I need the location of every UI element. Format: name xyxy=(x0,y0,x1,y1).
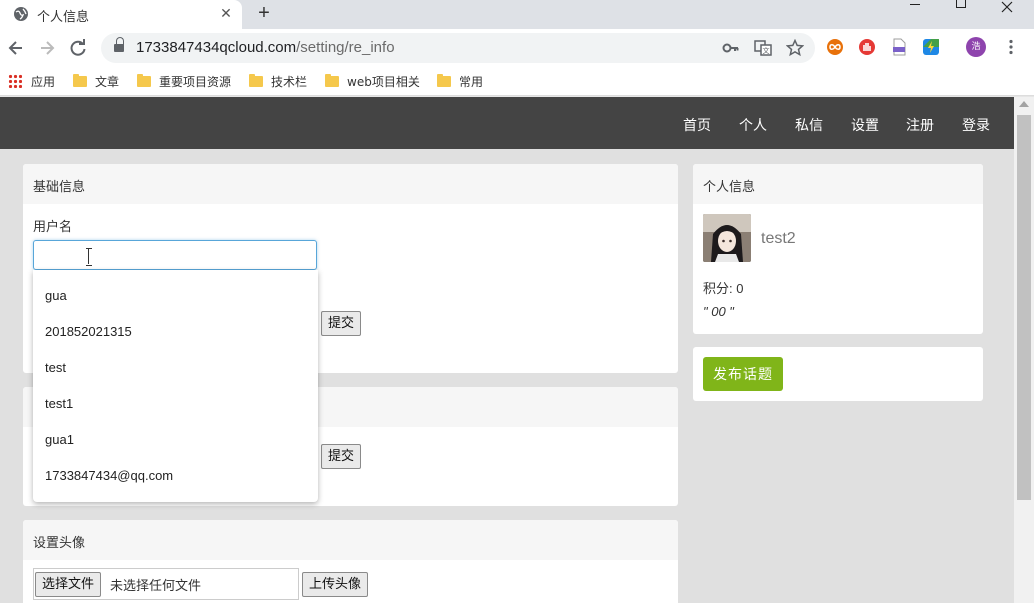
upload-avatar-button[interactable]: 上传头像 xyxy=(302,572,369,597)
nav-settings[interactable]: 设置 xyxy=(851,115,879,135)
autocomplete-option[interactable]: 201852021315 xyxy=(33,314,318,350)
bookmarks-bar: 应用 文章 重要项目资源 技术栏 web项目相关 常用 xyxy=(0,67,1034,96)
bookmark-label: 应用 xyxy=(31,75,56,89)
maximize-icon xyxy=(956,0,966,8)
bookmark-folder[interactable]: 常用 xyxy=(437,73,483,90)
nav-messages[interactable]: 私信 xyxy=(795,115,823,135)
tab-title: 个人信息 xyxy=(37,10,90,25)
autocomplete-option[interactable]: gua1 xyxy=(33,422,318,458)
pdf-extension-icon[interactable] xyxy=(890,38,908,56)
folder-icon xyxy=(137,74,151,87)
autocomplete-option[interactable]: test xyxy=(33,350,318,386)
infinity-extension-icon[interactable] xyxy=(826,38,844,56)
nav-register[interactable]: 注册 xyxy=(906,115,934,135)
browser-tab[interactable]: 个人信息 ✕ xyxy=(0,0,242,29)
profile-score: 积分: 0 xyxy=(703,281,744,296)
bookmark-folder[interactable]: 技术栏 xyxy=(249,73,307,90)
username-input[interactable] xyxy=(33,240,317,270)
file-status-text: 未选择任何文件 xyxy=(110,579,202,594)
text-cursor-icon xyxy=(86,248,92,266)
scroll-up-arrow-icon[interactable] xyxy=(1019,101,1029,107)
folder-icon xyxy=(73,74,87,87)
panel-header: 个人信息 xyxy=(693,164,983,204)
site-navbar: 首页 个人 私信 设置 注册 登录 xyxy=(0,97,1014,149)
minimize-icon xyxy=(910,4,920,5)
window-close-button[interactable] xyxy=(984,0,1030,29)
bookmark-folder[interactable]: 文章 xyxy=(73,73,119,90)
bookmark-label: 文章 xyxy=(95,75,120,89)
folder-icon xyxy=(437,74,451,87)
lock-icon xyxy=(114,37,124,53)
back-arrow-icon[interactable] xyxy=(6,38,26,58)
bookmark-label: 重要项目资源 xyxy=(159,75,232,89)
key-icon[interactable] xyxy=(722,39,740,57)
browser-toolbar: 1733847434qcloud.com/setting/re_info 文 浩 xyxy=(0,29,1034,67)
bolt-extension-icon[interactable] xyxy=(922,38,940,56)
scrollbar-thumb[interactable] xyxy=(1017,115,1031,500)
svg-text:文: 文 xyxy=(763,46,770,55)
browser-tab-strip: 个人信息 ✕ + xyxy=(0,0,1034,29)
autocomplete-option[interactable]: gua xyxy=(33,278,318,314)
page-scrollbar[interactable] xyxy=(1014,97,1034,603)
profile-avatar[interactable]: 浩 xyxy=(966,37,986,57)
kebab-menu-icon[interactable] xyxy=(1002,38,1020,56)
star-icon[interactable] xyxy=(786,39,804,57)
panel-header: 设置头像 xyxy=(23,520,678,560)
file-input[interactable]: 选择文件 未选择任何文件 xyxy=(33,568,299,600)
nav-home[interactable]: 首页 xyxy=(683,115,711,135)
url-path: /setting/re_info xyxy=(296,39,395,56)
submit-button[interactable]: 提交 xyxy=(321,311,362,336)
apps-grid-icon xyxy=(8,74,22,88)
autocomplete-dropdown: gua 201852021315 test test1 gua1 1733847… xyxy=(33,270,318,502)
avatar[interactable] xyxy=(703,214,751,262)
url-host: 1733847434qcloud.com xyxy=(136,39,297,56)
bookmark-label: web项目相关 xyxy=(347,75,420,89)
url-text: 1733847434qcloud.com/setting/re_info xyxy=(136,39,395,56)
translate-icon[interactable]: 文 xyxy=(754,39,772,57)
profile-panel: 个人信息 test2 积分: 0 " 00 " xyxy=(693,164,983,334)
profile-username: test2 xyxy=(761,230,796,247)
autocomplete-option[interactable]: 1733847434@qq.com xyxy=(33,458,318,494)
publish-topic-button[interactable]: 发布话题 xyxy=(703,357,783,391)
avatar-upload-panel: 设置头像 选择文件 未选择任何文件 上传头像 xyxy=(23,520,678,603)
minimize-button[interactable] xyxy=(892,0,938,29)
tab-close-icon[interactable]: ✕ xyxy=(218,4,234,22)
hand-extension-icon[interactable] xyxy=(858,38,876,56)
profile-signature: " 00 " xyxy=(703,304,734,319)
bookmark-folder[interactable]: 重要项目资源 xyxy=(137,73,231,90)
new-tab-button[interactable]: + xyxy=(255,2,273,24)
forward-arrow-icon[interactable] xyxy=(37,38,57,58)
choose-file-button[interactable]: 选择文件 xyxy=(35,572,102,597)
bookmark-label: 常用 xyxy=(459,75,484,89)
publish-panel: 发布话题 xyxy=(693,347,983,401)
maximize-button[interactable] xyxy=(938,0,984,29)
bookmark-apps[interactable]: 应用 xyxy=(8,73,55,90)
folder-icon xyxy=(325,74,339,87)
nav-personal[interactable]: 个人 xyxy=(739,115,767,135)
submit-button[interactable]: 提交 xyxy=(321,444,362,469)
bookmark-label: 技术栏 xyxy=(271,75,308,89)
nav-login[interactable]: 登录 xyxy=(962,115,990,135)
address-bar[interactable]: 1733847434qcloud.com/setting/re_info 文 xyxy=(101,33,815,63)
panel-header: 基础信息 xyxy=(23,164,678,204)
folder-icon xyxy=(249,74,263,87)
username-label: 用户名 xyxy=(33,219,73,234)
window-close-icon xyxy=(1001,1,1013,13)
reload-icon[interactable] xyxy=(68,38,88,58)
bookmark-folder[interactable]: web项目相关 xyxy=(325,73,420,90)
globe-icon xyxy=(14,7,28,21)
autocomplete-option[interactable]: test1 xyxy=(33,386,318,422)
